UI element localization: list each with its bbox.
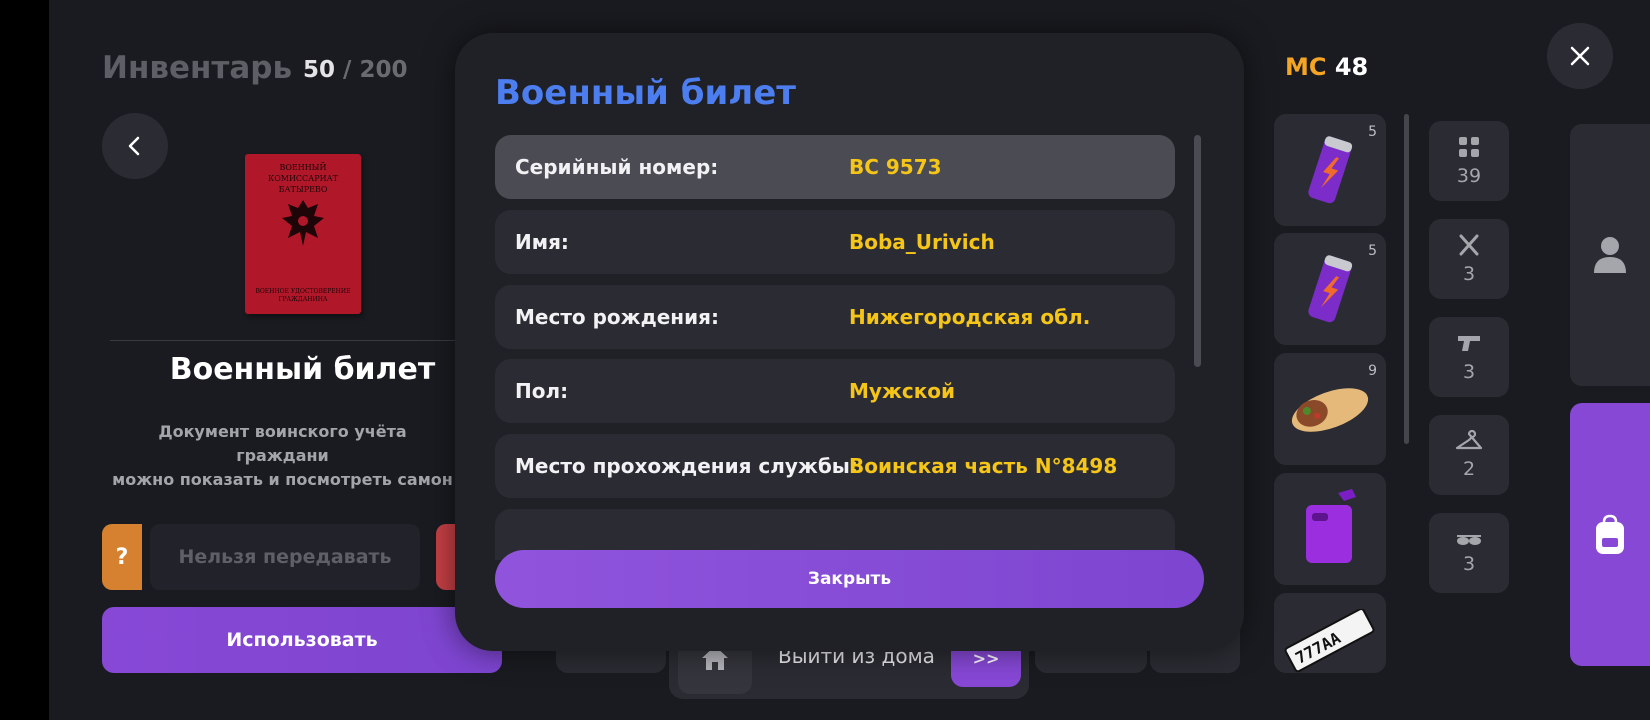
category-weapons[interactable]: 3 bbox=[1429, 317, 1509, 397]
capacity-total: 200 bbox=[359, 57, 408, 83]
inventory-slot[interactable]: 9 bbox=[1274, 353, 1386, 465]
field-value: Boba_Urivich bbox=[849, 230, 995, 254]
category-all[interactable]: 39 bbox=[1429, 121, 1509, 201]
inventory-scrollbar[interactable] bbox=[1404, 114, 1409, 444]
item-quantity: 5 bbox=[1368, 124, 1377, 140]
use-button[interactable]: Использовать bbox=[102, 607, 502, 673]
ms-label: MC bbox=[1285, 53, 1327, 81]
category-clothes[interactable]: 2 bbox=[1429, 415, 1509, 495]
grid-all-icon bbox=[1459, 137, 1479, 157]
close-inventory-button[interactable] bbox=[1547, 23, 1613, 89]
description-line: можно показать и посмотреть самон bbox=[112, 470, 453, 489]
glasses-icon bbox=[1457, 535, 1481, 545]
energy-drink-can-icon bbox=[1308, 255, 1353, 323]
item-description: Документ воинского учёта граждани можно … bbox=[110, 420, 455, 492]
field-label: Пол: bbox=[515, 379, 569, 403]
capacity-separator: / bbox=[343, 57, 352, 83]
field-label: Место прохождения службы: bbox=[515, 454, 858, 478]
item-quantity: 5 bbox=[1368, 243, 1377, 259]
category-count: 2 bbox=[1462, 458, 1476, 480]
field-value: Мужской bbox=[849, 379, 956, 403]
left-black-bar bbox=[0, 0, 49, 720]
eagle-emblem-icon bbox=[282, 200, 324, 246]
inventory-slot[interactable] bbox=[1274, 473, 1386, 585]
category-accessories[interactable]: 3 bbox=[1429, 513, 1509, 593]
help-button[interactable]: ? bbox=[102, 524, 142, 590]
backpack-icon bbox=[1596, 514, 1624, 554]
id-cover-bottom-text: ВОЕННОЕ УДОСТОВЕРЕНИЕ ГРАЖДАНИНА bbox=[255, 288, 351, 303]
document-fields: Серийный номер: BC 9573 Имя: Boba_Urivic… bbox=[495, 135, 1175, 560]
ms-value: 48 bbox=[1334, 53, 1369, 81]
category-count: 3 bbox=[1462, 361, 1476, 383]
license-plate-icon: 777AA bbox=[1284, 609, 1375, 673]
inventory-slot[interactable]: 5 bbox=[1274, 233, 1386, 345]
field-row-serial: Серийный номер: BC 9573 bbox=[495, 135, 1175, 199]
pistol-icon bbox=[1458, 336, 1480, 351]
backpack-tab[interactable] bbox=[1570, 403, 1650, 666]
description-line: Документ воинского учёта граждани bbox=[158, 422, 407, 465]
inventory-capacity: 50 / 200 bbox=[303, 57, 407, 83]
field-row-service: Место прохождения службы: Воинская часть… bbox=[495, 434, 1175, 498]
modal-scrollbar[interactable] bbox=[1194, 135, 1201, 367]
item-quantity: 9 bbox=[1368, 363, 1377, 379]
inventory-slot[interactable]: 5 bbox=[1274, 114, 1386, 226]
field-row-name: Имя: Boba_Urivich bbox=[495, 210, 1175, 274]
category-food[interactable]: 3 bbox=[1429, 219, 1509, 299]
hanger-icon bbox=[1455, 430, 1483, 450]
field-label: Место рождения: bbox=[515, 305, 719, 329]
field-row-birthplace: Место рождения: Нижегородская обл. bbox=[495, 285, 1175, 349]
shawarma-icon bbox=[1291, 388, 1369, 432]
ms-currency: MC 48 bbox=[1285, 53, 1368, 81]
item-name: Военный билет bbox=[169, 352, 436, 387]
energy-drink-can-icon bbox=[1308, 136, 1353, 204]
field-label: Серийный номер: bbox=[515, 155, 719, 179]
user-icon bbox=[1594, 237, 1626, 273]
category-count: 3 bbox=[1462, 553, 1476, 575]
field-value: Нижегородская обл. bbox=[849, 305, 1091, 329]
close-icon bbox=[1570, 46, 1590, 66]
back-button[interactable] bbox=[102, 113, 168, 179]
inventory-slot[interactable]: 777AA bbox=[1274, 593, 1386, 673]
capacity-used: 50 bbox=[303, 57, 336, 83]
field-row-gender: Пол: Мужской bbox=[495, 359, 1175, 423]
character-tab[interactable] bbox=[1570, 124, 1650, 386]
category-count: 39 bbox=[1456, 165, 1482, 187]
divider bbox=[110, 340, 455, 341]
field-value: Воинская часть N°8498 bbox=[849, 454, 1118, 478]
id-cover-top-text: ВОЕННЫЙ КОМИССАРИАТ БАТЫРЕВО bbox=[268, 163, 338, 194]
no-transfer-button[interactable]: Нельзя передавать bbox=[150, 524, 420, 590]
close-modal-button[interactable]: Закрыть bbox=[495, 550, 1204, 608]
fuel-canister-icon bbox=[1306, 489, 1356, 563]
field-value: BC 9573 bbox=[849, 155, 942, 179]
military-id-image: ВОЕННЫЙ КОМИССАРИАТ БАТЫРЕВО ВОЕННОЕ УДО… bbox=[245, 154, 361, 314]
document-modal: Военный билет Серийный номер: BC 9573 Им… bbox=[455, 33, 1244, 651]
food-cutlery-icon bbox=[1459, 234, 1479, 256]
modal-title: Военный билет bbox=[495, 73, 796, 113]
field-label: Имя: bbox=[515, 230, 569, 254]
category-count: 3 bbox=[1462, 263, 1476, 285]
inventory-title: Инвентарь bbox=[102, 50, 293, 86]
chevron-left-icon bbox=[128, 136, 140, 156]
